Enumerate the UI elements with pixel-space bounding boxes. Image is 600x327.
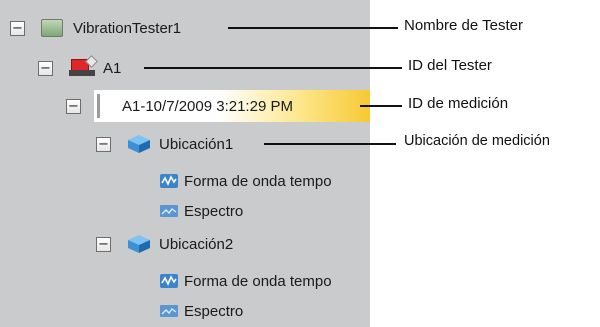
tester-icon bbox=[41, 19, 63, 37]
callout-line bbox=[144, 67, 402, 69]
tree-node-location[interactable]: − Ubicación2 bbox=[96, 231, 233, 257]
tree-node-spectrum[interactable]: Espectro bbox=[160, 198, 243, 224]
tree-node-waveform[interactable]: Forma de onda tempo bbox=[160, 168, 332, 194]
collapse-toggle[interactable]: − bbox=[38, 60, 53, 76]
location-cube-icon bbox=[128, 235, 150, 253]
waveform-icon bbox=[160, 174, 178, 188]
waveform-label[interactable]: Forma de onda tempo bbox=[184, 173, 332, 190]
collapse-toggle[interactable]: − bbox=[96, 136, 111, 152]
callout-line bbox=[264, 143, 396, 145]
callout-tester-id: ID del Tester bbox=[408, 57, 492, 74]
spectrum-icon bbox=[160, 205, 178, 217]
spectrum-icon bbox=[160, 305, 178, 317]
collapse-toggle[interactable]: − bbox=[10, 20, 25, 36]
callout-measurement-location: Ubicación de medición bbox=[404, 133, 550, 149]
callout-tester-name: Nombre de Tester bbox=[404, 17, 523, 34]
waveform-icon bbox=[160, 274, 178, 288]
tree-node-waveform[interactable]: Forma de onda tempo bbox=[160, 268, 332, 294]
location-label[interactable]: Ubicación2 bbox=[159, 236, 233, 253]
measurement-marker-icon bbox=[97, 94, 100, 118]
location-label[interactable]: Ubicación1 bbox=[159, 136, 233, 153]
measurement-id-label[interactable]: A1-10/7/2009 3:21:29 PM bbox=[122, 98, 293, 115]
tester-id-label[interactable]: A1 bbox=[103, 60, 121, 77]
waveform-label[interactable]: Forma de onda tempo bbox=[184, 273, 332, 290]
spectrum-label[interactable]: Espectro bbox=[184, 303, 243, 320]
callout-line bbox=[360, 105, 402, 107]
tree-panel: − VibrationTester1 − A1 − A1-10/7/2009 3… bbox=[0, 0, 370, 327]
device-icon bbox=[69, 55, 99, 80]
tree-node-tester[interactable]: − VibrationTester1 bbox=[10, 15, 181, 41]
callout-line bbox=[228, 27, 398, 29]
tree-node-measurement[interactable]: − A1-10/7/2009 3:21:29 PM bbox=[66, 93, 293, 119]
collapse-toggle[interactable]: − bbox=[96, 236, 111, 252]
location-cube-icon bbox=[128, 135, 150, 153]
tree-node-location[interactable]: − Ubicación1 bbox=[96, 131, 233, 157]
callout-measurement-id: ID de medición bbox=[408, 95, 509, 112]
tree-node-spectrum[interactable]: Espectro bbox=[160, 298, 243, 324]
tree-node-tester-id[interactable]: − A1 bbox=[38, 55, 121, 81]
spectrum-label[interactable]: Espectro bbox=[184, 203, 243, 220]
collapse-toggle[interactable]: − bbox=[66, 98, 81, 114]
tester-name-label[interactable]: VibrationTester1 bbox=[73, 20, 181, 37]
